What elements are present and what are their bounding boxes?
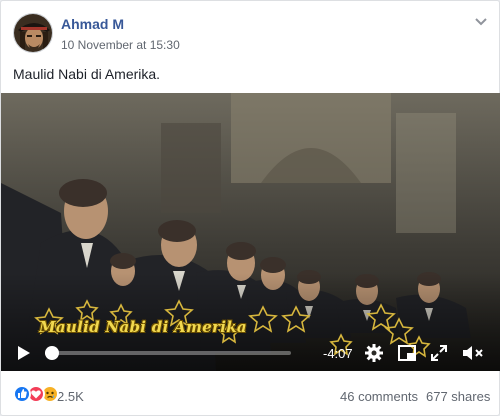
progress-scrubber[interactable] <box>45 346 60 360</box>
settings-button[interactable] <box>364 343 384 363</box>
video-caption: Maulid Nabi di Amerika <box>39 318 247 336</box>
play-button[interactable] <box>13 343 33 363</box>
time-remaining: -4:07 <box>323 346 353 361</box>
avatar[interactable] <box>13 13 53 53</box>
picture-in-picture-button[interactable] <box>397 343 417 363</box>
pip-icon <box>398 345 416 361</box>
reaction-count[interactable]: 2.5K <box>57 389 84 404</box>
mute-button[interactable] <box>461 343 485 363</box>
post-text: Maulid Nabi di Amerika. <box>13 66 161 82</box>
post-timestamp[interactable]: 10 November at 15:30 <box>61 38 180 52</box>
comments-count[interactable]: 46 comments <box>340 389 418 404</box>
shares-count[interactable]: 677 shares <box>426 389 490 404</box>
chevron-down-icon[interactable] <box>473 13 489 29</box>
fullscreen-button[interactable] <box>429 343 449 363</box>
play-icon <box>18 346 30 360</box>
progress-bar[interactable] <box>45 346 291 360</box>
post-card: Ahmad M 10 November at 15:30 Maulid Nabi… <box>0 0 500 416</box>
video-controls: -4:07 <box>1 335 500 371</box>
volume-muted-icon <box>463 346 483 360</box>
like-icon <box>13 385 31 403</box>
author-name[interactable]: Ahmad M <box>61 16 124 32</box>
expand-icon <box>431 345 447 361</box>
gear-icon <box>365 344 383 362</box>
video-player[interactable]: Maulid Nabi di Amerika -4:07 <box>1 93 500 371</box>
